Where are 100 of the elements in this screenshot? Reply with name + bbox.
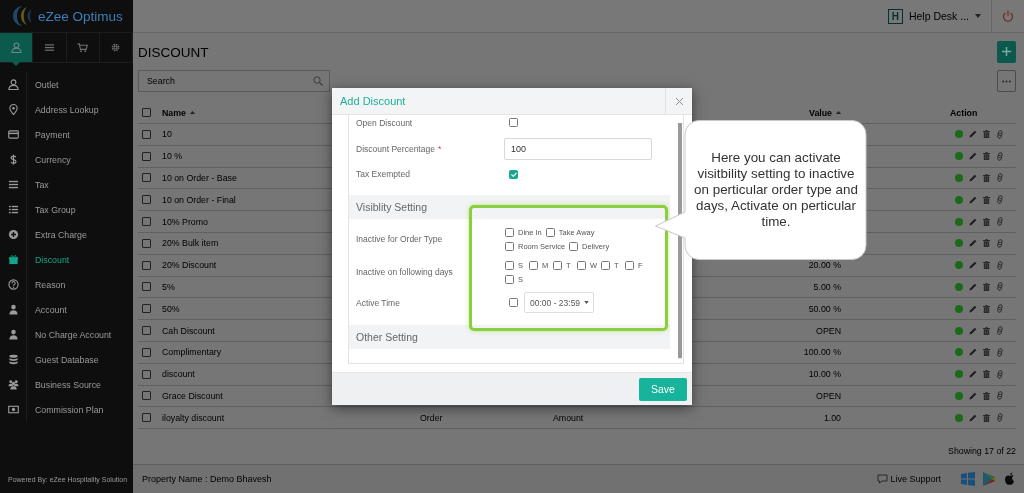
checkbox[interactable] bbox=[577, 260, 586, 270]
sidebar-item[interactable]: Tax bbox=[0, 172, 133, 197]
delete-button[interactable] bbox=[983, 195, 990, 204]
checkbox[interactable] bbox=[625, 260, 635, 270]
sidebar-item[interactable]: Account bbox=[0, 297, 133, 322]
add-button[interactable] bbox=[997, 40, 1016, 63]
row-checkbox[interactable] bbox=[142, 238, 151, 248]
checkbox[interactable] bbox=[553, 260, 562, 270]
link-button[interactable] bbox=[996, 391, 1004, 401]
row-checkbox[interactable] bbox=[142, 304, 151, 314]
checkbox[interactable] bbox=[509, 170, 518, 179]
link-button[interactable] bbox=[996, 260, 1004, 270]
edit-button[interactable] bbox=[969, 304, 977, 313]
row-checkbox[interactable] bbox=[142, 369, 151, 379]
delete-button[interactable] bbox=[983, 348, 990, 357]
row-checkbox[interactable] bbox=[142, 195, 151, 205]
link-button[interactable] bbox=[996, 151, 1004, 161]
delete-button[interactable] bbox=[983, 413, 990, 422]
delete-button[interactable] bbox=[983, 304, 990, 313]
link-button[interactable] bbox=[996, 326, 1004, 336]
sidebar-item[interactable]: Guest Database bbox=[0, 347, 133, 372]
checkbox[interactable] bbox=[601, 260, 611, 270]
sidebar-item[interactable]: Tax Group bbox=[0, 197, 133, 222]
delete-button[interactable] bbox=[983, 174, 990, 182]
row-checkbox[interactable] bbox=[142, 326, 151, 336]
edit-button[interactable] bbox=[969, 348, 977, 357]
checkbox[interactable] bbox=[545, 227, 555, 237]
delete-button[interactable] bbox=[983, 326, 990, 335]
user-menu[interactable]: H Help Desk ... bbox=[887, 0, 991, 33]
edit-button[interactable] bbox=[969, 391, 977, 400]
more-button[interactable] bbox=[997, 70, 1016, 92]
sidebar-item[interactable]: Commission Plan bbox=[0, 397, 133, 422]
edit-button[interactable] bbox=[969, 326, 977, 335]
table-cell: discount bbox=[162, 369, 195, 380]
edit-button[interactable] bbox=[969, 261, 977, 270]
sidebar-item[interactable]: Discount bbox=[0, 247, 133, 272]
sidebar-item[interactable]: Address Lookup bbox=[0, 97, 133, 122]
scrollbar[interactable] bbox=[678, 123, 682, 359]
link-button[interactable] bbox=[996, 173, 1004, 183]
menu-icon bbox=[43, 42, 55, 53]
edit-button[interactable] bbox=[969, 152, 977, 161]
link-button[interactable] bbox=[996, 195, 1004, 205]
play-store-button[interactable] bbox=[983, 472, 996, 486]
edit-button[interactable] bbox=[969, 239, 977, 248]
delete-button[interactable] bbox=[983, 239, 990, 248]
edit-button[interactable] bbox=[969, 130, 977, 139]
sidebar-item[interactable]: Business Source bbox=[0, 372, 133, 397]
checkbox[interactable] bbox=[529, 260, 538, 270]
apple-store-button[interactable] bbox=[1004, 472, 1016, 486]
input-field[interactable]: 100 bbox=[504, 137, 652, 160]
link-button[interactable] bbox=[996, 304, 1004, 314]
link-button[interactable] bbox=[996, 238, 1004, 248]
delete-button[interactable] bbox=[983, 370, 990, 379]
checkbox[interactable] bbox=[505, 274, 514, 284]
column-header[interactable]: Value bbox=[809, 107, 841, 118]
link-button[interactable] bbox=[996, 369, 1004, 379]
delete-button[interactable] bbox=[983, 152, 990, 161]
sidebar-item[interactable]: Extra Charge bbox=[0, 222, 133, 247]
select-all-checkbox[interactable] bbox=[142, 108, 151, 117]
windows-icon bbox=[961, 472, 975, 486]
row-checkbox[interactable] bbox=[142, 413, 151, 423]
link-button[interactable] bbox=[996, 129, 1004, 139]
link-button[interactable] bbox=[996, 282, 1004, 292]
row-checkbox[interactable] bbox=[142, 282, 151, 292]
edit-button[interactable] bbox=[969, 195, 977, 204]
row-checkbox[interactable] bbox=[142, 151, 151, 161]
checkbox[interactable] bbox=[505, 241, 514, 251]
sidebar-item[interactable]: Reason bbox=[0, 272, 133, 297]
delete-button[interactable] bbox=[983, 261, 990, 270]
column-header[interactable]: Name bbox=[162, 107, 195, 118]
checkbox[interactable] bbox=[505, 227, 514, 237]
edit-button[interactable] bbox=[969, 413, 977, 422]
checkbox[interactable] bbox=[505, 260, 514, 270]
checkbox[interactable] bbox=[509, 298, 518, 307]
sidebar-item[interactable]: Payment bbox=[0, 122, 133, 147]
row-checkbox[interactable] bbox=[142, 217, 151, 227]
sidebar-item[interactable]: Outlet bbox=[0, 72, 133, 97]
search-field[interactable]: Search bbox=[138, 70, 330, 92]
row-checkbox[interactable] bbox=[142, 347, 151, 357]
delete-button[interactable] bbox=[983, 130, 990, 139]
checkbox[interactable] bbox=[509, 117, 518, 127]
edit-button[interactable] bbox=[969, 217, 977, 226]
live-support-link[interactable]: Live Support bbox=[877, 474, 941, 484]
link-button[interactable] bbox=[996, 413, 1004, 423]
sidebar-item[interactable]: Currency bbox=[0, 147, 133, 172]
link-button[interactable] bbox=[996, 347, 1004, 357]
link-button[interactable] bbox=[996, 217, 1004, 227]
row-checkbox[interactable] bbox=[142, 260, 151, 270]
sidebar-item[interactable]: No Charge Account bbox=[0, 322, 133, 347]
row-checkbox[interactable] bbox=[142, 129, 151, 139]
delete-button[interactable] bbox=[983, 217, 990, 226]
delete-button[interactable] bbox=[983, 391, 990, 400]
checkbox[interactable] bbox=[569, 241, 579, 251]
time-range-dropdown[interactable]: 00:00 - 23:59 bbox=[524, 292, 595, 313]
edit-button[interactable] bbox=[969, 282, 977, 291]
row-checkbox[interactable] bbox=[142, 391, 151, 401]
row-checkbox[interactable] bbox=[142, 173, 151, 183]
edit-button[interactable] bbox=[969, 174, 977, 182]
delete-button[interactable] bbox=[983, 282, 990, 291]
edit-button[interactable] bbox=[969, 370, 977, 379]
